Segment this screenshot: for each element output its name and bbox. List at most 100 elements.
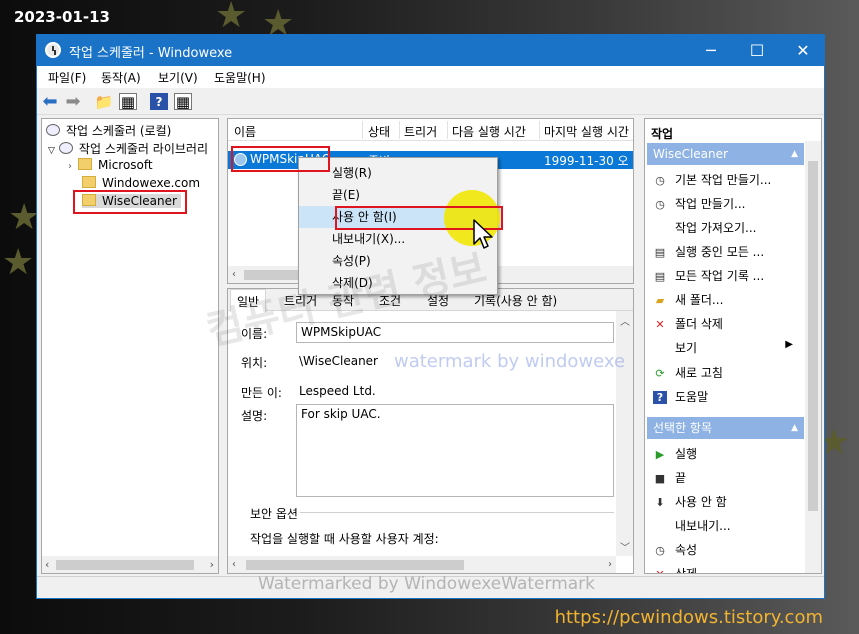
star-icon: ★ bbox=[2, 242, 35, 283]
actions-pane: 작업 WiseCleaner ▲ ◷ 기본 작업 만들기... ◷ 작업 만들기...… bbox=[644, 118, 822, 574]
collapse-icon[interactable]: ▲ bbox=[791, 417, 798, 439]
clock-icon bbox=[45, 42, 61, 58]
action-create-basic-task[interactable]: ◷ 기본 작업 만들기... bbox=[653, 171, 771, 188]
folder-icon bbox=[82, 176, 96, 188]
tree-item-windowexe[interactable]: Windowexe.com bbox=[82, 176, 200, 190]
clock-icon: ◷ bbox=[655, 198, 665, 211]
folder-icon: ▰ bbox=[655, 294, 665, 307]
show-hide-actions-icon[interactable]: ▦ bbox=[174, 93, 192, 111]
section-divider bbox=[300, 512, 614, 513]
column-divider[interactable] bbox=[362, 121, 363, 139]
up-folder-icon[interactable]: 📁 bbox=[95, 93, 114, 111]
task-properties-panel: 일반 트리거 동작 조건 설정 기록(사용 안 함) 이름: WPMSkipUA… bbox=[227, 288, 634, 574]
column-status[interactable]: 상태 bbox=[368, 123, 390, 140]
actions-group-folder[interactable]: WiseCleaner ▲ bbox=[647, 143, 804, 165]
task-scheduler-window: 작업 스케줄러 - Windowexe ─ ☐ ✕ 파일(F) 동작(A) 보기… bbox=[36, 34, 825, 599]
star-icon: ★ bbox=[215, 0, 248, 36]
action-show-running[interactable]: ▤ 실행 중인 모든 ... bbox=[653, 243, 764, 260]
column-last-run[interactable]: 마지막 실행 시간 bbox=[544, 123, 629, 140]
footer-url: https://pcwindows.tistory.com bbox=[554, 607, 823, 628]
list-icon: ▤ bbox=[654, 246, 666, 259]
task-name-field[interactable]: WPMSkipUAC bbox=[296, 322, 614, 343]
security-options-heading: 보안 옵션 bbox=[250, 507, 298, 521]
status-bar bbox=[37, 576, 824, 598]
action-refresh[interactable]: ⟳ 새로 고침 bbox=[653, 364, 723, 381]
list-icon: ▤ bbox=[654, 270, 666, 283]
mouse-cursor-icon bbox=[473, 219, 493, 249]
tree-item-microsoft[interactable]: › Microsoft bbox=[68, 158, 153, 172]
maximize-button[interactable]: ☐ bbox=[734, 35, 780, 66]
action-create-task[interactable]: ◷ 작업 만들기... bbox=[653, 195, 745, 212]
menu-help[interactable]: 도움말(H) bbox=[214, 69, 266, 86]
menu-file[interactable]: 파일(F) bbox=[48, 69, 86, 86]
column-divider[interactable] bbox=[399, 121, 400, 139]
context-properties[interactable]: 속성(P) bbox=[299, 250, 497, 272]
vertical-scrollbar[interactable]: ︿ ﹀ bbox=[616, 311, 633, 556]
annotation-box-task bbox=[231, 146, 330, 172]
scroll-thumb[interactable] bbox=[808, 161, 818, 511]
chevron-right-icon[interactable]: › bbox=[68, 161, 72, 172]
scroll-thumb[interactable] bbox=[246, 560, 464, 570]
help-icon[interactable]: ? bbox=[150, 93, 168, 110]
action-properties[interactable]: ◷ 속성 bbox=[653, 541, 697, 558]
clock-icon bbox=[46, 124, 60, 136]
scroll-left-icon[interactable]: ‹ bbox=[232, 269, 236, 280]
minimize-button[interactable]: ─ bbox=[688, 35, 734, 66]
location-label: 위치: bbox=[241, 356, 268, 370]
tab-general[interactable]: 일반 bbox=[230, 289, 267, 312]
menu-view[interactable]: 보기(V) bbox=[158, 69, 198, 86]
menu-action[interactable]: 동작(A) bbox=[101, 69, 141, 86]
column-divider[interactable] bbox=[539, 121, 540, 139]
actions-title: 작업 bbox=[651, 127, 674, 141]
scroll-right-icon[interactable]: › bbox=[210, 556, 214, 573]
help-icon: ? bbox=[653, 391, 667, 404]
actions-group-selected[interactable]: 선택한 항목 ▲ bbox=[647, 417, 804, 439]
action-disable[interactable]: ⬇ 사용 안 함 bbox=[653, 493, 726, 510]
back-arrow-icon[interactable]: ⬅ bbox=[41, 91, 59, 112]
chevron-down-icon[interactable]: ▽ bbox=[48, 146, 55, 156]
action-export[interactable]: 내보내기... bbox=[653, 517, 731, 534]
action-run[interactable]: ▶ 실행 bbox=[653, 445, 697, 462]
action-view[interactable]: 보기 ▶ bbox=[653, 339, 793, 356]
tree-root[interactable]: 작업 스케줄러 (로컬) bbox=[46, 122, 171, 139]
delete-icon: ✕ bbox=[655, 318, 665, 331]
action-delete-folder[interactable]: ✕ 폴더 삭제 bbox=[653, 315, 723, 332]
column-trigger[interactable]: 트리거 bbox=[404, 123, 437, 140]
horizontal-scrollbar[interactable]: ‹ › bbox=[42, 556, 218, 573]
vertical-scrollbar[interactable] bbox=[805, 141, 821, 573]
close-button[interactable]: ✕ bbox=[780, 35, 824, 66]
action-help[interactable]: ? 도움말 bbox=[653, 388, 708, 405]
action-new-folder[interactable]: ▰ 새 폴더... bbox=[653, 291, 724, 308]
navigation-tree: 작업 스케줄러 (로컬) ▽ 작업 스케줄러 라이브러리 › Microsoft W… bbox=[41, 118, 219, 574]
tree-library[interactable]: ▽ 작업 스케줄러 라이브러리 bbox=[48, 140, 208, 157]
action-delete[interactable]: ✕삭제 bbox=[653, 565, 697, 573]
run-icon: ▶ bbox=[655, 448, 665, 461]
context-delete[interactable]: 삭제(D) bbox=[299, 272, 497, 294]
menu-bar: 파일(F) 동작(A) 보기(V) 도움말(H) bbox=[37, 66, 824, 88]
column-name[interactable]: 이름 bbox=[234, 123, 256, 140]
forward-arrow-icon[interactable]: ➡ bbox=[64, 91, 82, 112]
window-title: 작업 스케줄러 - Windowexe bbox=[69, 46, 233, 61]
action-end[interactable]: ■ 끝 bbox=[653, 469, 686, 486]
action-import-task[interactable]: 작업 가져오기... bbox=[653, 219, 757, 236]
show-hide-tree-icon[interactable]: ▦ bbox=[119, 93, 137, 111]
title-bar[interactable]: 작업 스케줄러 - Windowexe ─ ☐ ✕ bbox=[37, 35, 824, 66]
collapse-icon[interactable]: ▲ bbox=[791, 143, 798, 165]
author-label: 만든 이: bbox=[241, 386, 282, 400]
description-field[interactable]: For skip UAC. bbox=[296, 404, 614, 497]
scroll-right-icon[interactable]: › bbox=[608, 559, 612, 570]
scroll-up-icon[interactable]: ︿ bbox=[620, 313, 630, 328]
scroll-thumb[interactable] bbox=[56, 560, 194, 570]
scroll-left-icon[interactable]: ‹ bbox=[45, 556, 49, 573]
name-label: 이름: bbox=[241, 327, 268, 341]
security-account-text: 작업을 실행할 때 사용할 사용자 계정: bbox=[250, 532, 439, 546]
scroll-down-icon[interactable]: ﹀ bbox=[620, 539, 630, 554]
column-next-run[interactable]: 다음 실행 시간 bbox=[452, 123, 526, 140]
task-list-header: 이름 상태 트리거 다음 실행 시간 마지막 실행 시간 bbox=[228, 119, 633, 141]
delete-icon: ✕ bbox=[653, 568, 667, 573]
action-enable-history[interactable]: ▤ 모든 작업 기록 ... bbox=[653, 267, 764, 284]
horizontal-scrollbar[interactable]: ‹ › bbox=[228, 556, 616, 573]
properties-icon: ◷ bbox=[655, 544, 665, 557]
column-divider[interactable] bbox=[447, 121, 448, 139]
scroll-left-icon[interactable]: ‹ bbox=[232, 559, 236, 570]
